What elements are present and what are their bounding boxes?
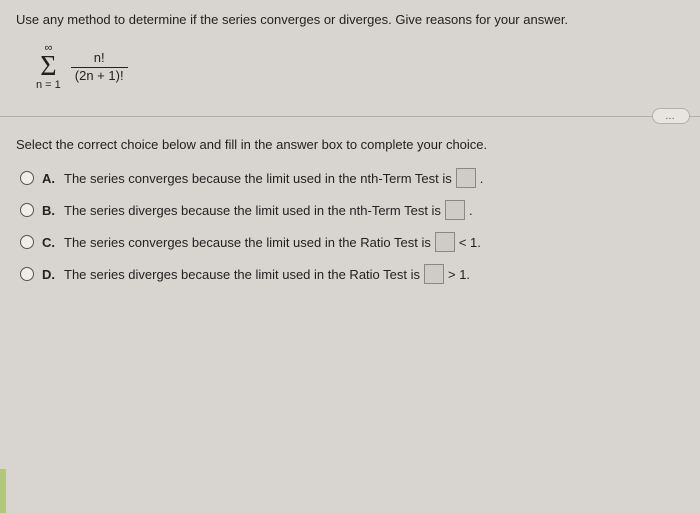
radio-d[interactable] (20, 267, 34, 281)
choice-c-text-post: < 1. (459, 235, 481, 250)
choice-b-text-post: . (469, 203, 473, 218)
choice-a: A. The series converges because the limi… (20, 168, 684, 188)
answer-box-d[interactable] (424, 264, 444, 284)
choice-b-text-pre: The series diverges because the limit us… (64, 203, 441, 218)
more-options-button[interactable]: … (652, 108, 690, 124)
radio-c[interactable] (20, 235, 34, 249)
sigma-block: ∞ Σ n = 1 (36, 43, 61, 91)
answer-box-b[interactable] (445, 200, 465, 220)
choice-d-text-pre: The series diverges because the limit us… (64, 267, 420, 282)
choice-c: C. The series converges because the limi… (20, 232, 684, 252)
choice-b-label: B. (42, 203, 58, 218)
section-divider (0, 116, 700, 117)
left-side-tab[interactable] (0, 469, 6, 513)
question-text: Use any method to determine if the serie… (16, 12, 684, 37)
instruction-text: Select the correct choice below and fill… (16, 137, 684, 152)
choice-d: D. The series diverges because the limit… (20, 264, 684, 284)
choice-d-text-post: > 1. (448, 267, 470, 282)
choice-a-text-post: . (480, 171, 484, 186)
series-formula: ∞ Σ n = 1 n! (2n + 1)! (16, 37, 684, 109)
sigma-lower-limit: n = 1 (36, 80, 61, 91)
radio-a[interactable] (20, 171, 34, 185)
choice-a-label: A. (42, 171, 58, 186)
choice-d-label: D. (42, 267, 58, 282)
fraction-denominator: (2n + 1)! (71, 68, 128, 83)
sigma-symbol: Σ (40, 55, 56, 79)
series-fraction: n! (2n + 1)! (71, 51, 128, 83)
answer-box-a[interactable] (456, 168, 476, 188)
choice-c-text-pre: The series converges because the limit u… (64, 235, 431, 250)
answer-box-c[interactable] (435, 232, 455, 252)
choice-list: A. The series converges because the limi… (16, 168, 684, 284)
choice-b: B. The series diverges because the limit… (20, 200, 684, 220)
choice-a-text-pre: The series converges because the limit u… (64, 171, 452, 186)
fraction-numerator: n! (90, 51, 109, 66)
radio-b[interactable] (20, 203, 34, 217)
choice-c-label: C. (42, 235, 58, 250)
